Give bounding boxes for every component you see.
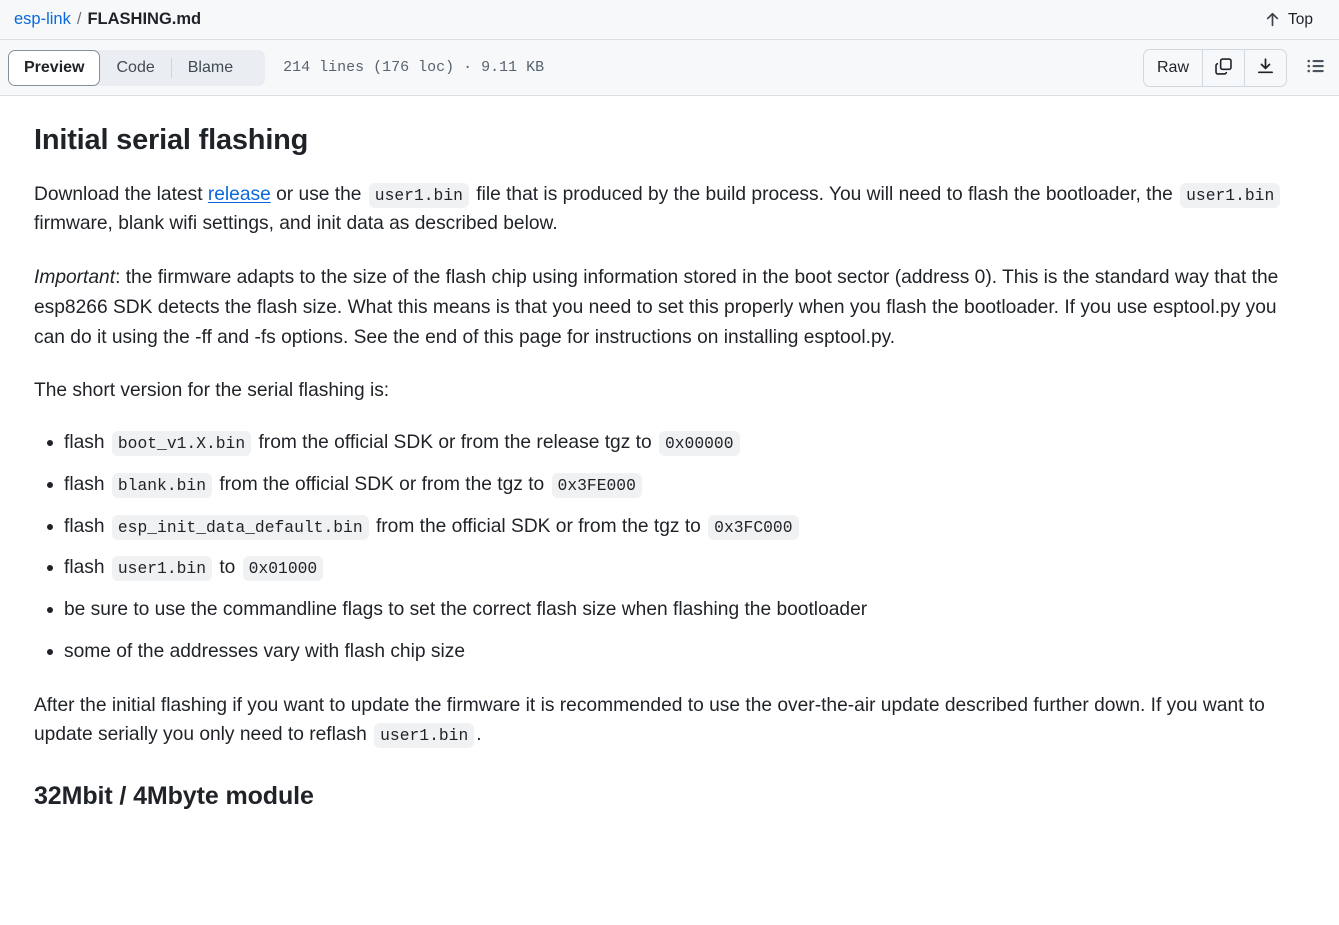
paragraph-download-text-a: Download the latest [34,183,208,205]
code-user1-bin-2: user1.bin [1180,182,1281,208]
code-user1-bin-3: user1.bin [374,723,475,749]
list-item-text-a: flash [64,432,110,454]
list-item-text-a: flash [64,515,110,537]
list-item: some of the addresses vary with flash ch… [47,637,1305,667]
paragraph-download-text-d: firmware, blank wifi settings, and init … [34,213,558,235]
list-item: be sure to use the commandline flags to … [47,595,1305,625]
paragraph-download-text-b: or use the [270,183,367,205]
tab-code[interactable]: Code [100,50,170,86]
toolbar-right-group: Raw [1142,48,1331,87]
arrow-up-icon [1264,11,1281,28]
file-toolbar: Preview Code Blame 214 lines (176 loc) ·… [0,40,1339,96]
list-item-text-a: flash [64,473,110,495]
breadcrumb: esp-link / FLASHING.md [14,11,201,28]
tab-blame[interactable]: Blame [172,50,249,86]
breadcrumb-bar: esp-link / FLASHING.md Top [0,0,1339,40]
tab-preview[interactable]: Preview [8,49,101,86]
flash-steps-list: flash boot_v1.X.bin from the official SD… [34,428,1305,667]
list-item: flash blank.bin from the official SDK or… [47,470,1305,500]
list-item-text-b: from the official SDK or from the tgz to [213,473,550,495]
raw-button[interactable]: Raw [1144,50,1202,86]
list-item-code-2: 0x00000 [658,431,740,457]
list-item-code-2: 0x3FC000 [708,514,799,540]
list-unordered-icon [1306,56,1326,79]
file-meta-text: 214 lines (176 loc) · 9.11 KB [283,59,545,76]
paragraph-download-text-c: file that is produced by the build proce… [470,183,1179,205]
code-user1-bin-1: user1.bin [368,182,469,208]
paragraph-after-flashing: After the initial flashing if you want t… [34,691,1305,751]
toolbar-left-group: Preview Code Blame 214 lines (176 loc) ·… [8,49,545,86]
list-item-code-2: 0x01000 [242,556,324,582]
heading-initial-serial-flashing: Initial serial flashing [34,124,309,156]
back-to-top-link[interactable]: Top [1264,11,1339,29]
paragraph-important-text: : the firmware adapts to the size of the… [34,267,1279,348]
list-item-text-b: to [213,557,241,579]
list-item-code-1: esp_init_data_default.bin [111,514,369,540]
copy-icon [1214,57,1233,79]
list-item-text-a: be sure to use the commandline flags to … [64,599,868,621]
paragraph-short-version: The short version for the serial flashin… [34,380,390,402]
breadcrumb-filename: FLASHING.md [87,10,202,29]
view-mode-segmented-control: Preview Code Blame [8,49,266,86]
list-item-code-1: boot_v1.X.bin [111,431,252,457]
breadcrumb-repo-link[interactable]: esp-link [14,11,71,28]
file-actions-button-group: Raw [1142,48,1287,87]
paragraph-after-text-b: . [476,724,482,746]
list-item: flash boot_v1.X.bin from the official SD… [47,428,1305,458]
list-item-text-a: some of the addresses vary with flash ch… [64,640,465,662]
list-item-text-b: from the official SDK or from the tgz to [370,515,707,537]
release-link[interactable]: release [208,184,271,205]
list-item-code-1: blank.bin [111,472,212,498]
breadcrumb-separator: / [76,10,82,29]
list-item: flash esp_init_data_default.bin from the… [47,512,1305,542]
list-item-text-b: from the official SDK or from the releas… [253,432,657,454]
download-icon [1256,57,1275,79]
segmented-tail [249,50,265,86]
heading-32mbit-module: 32Mbit / 4Mbyte module [34,782,314,811]
paragraph-important: Important: the firmware adapts to the si… [34,263,1305,352]
copy-button[interactable] [1202,49,1244,86]
paragraph-after-text-a: After the initial flashing if you want t… [34,694,1265,746]
important-emphasis: Important [34,267,116,289]
back-to-top-label: Top [1288,10,1313,28]
list-item: flash user1.bin to 0x01000 [47,553,1305,583]
list-item-code-2: 0x3FE000 [551,472,642,498]
list-item-code-1: user1.bin [111,556,212,582]
paragraph-download: Download the latest release or use the u… [34,180,1305,240]
download-button[interactable] [1244,49,1286,86]
markdown-content: Initial serial flashing Download the lat… [0,96,1339,813]
list-item-text-a: flash [64,557,110,579]
outline-button[interactable] [1301,53,1331,83]
